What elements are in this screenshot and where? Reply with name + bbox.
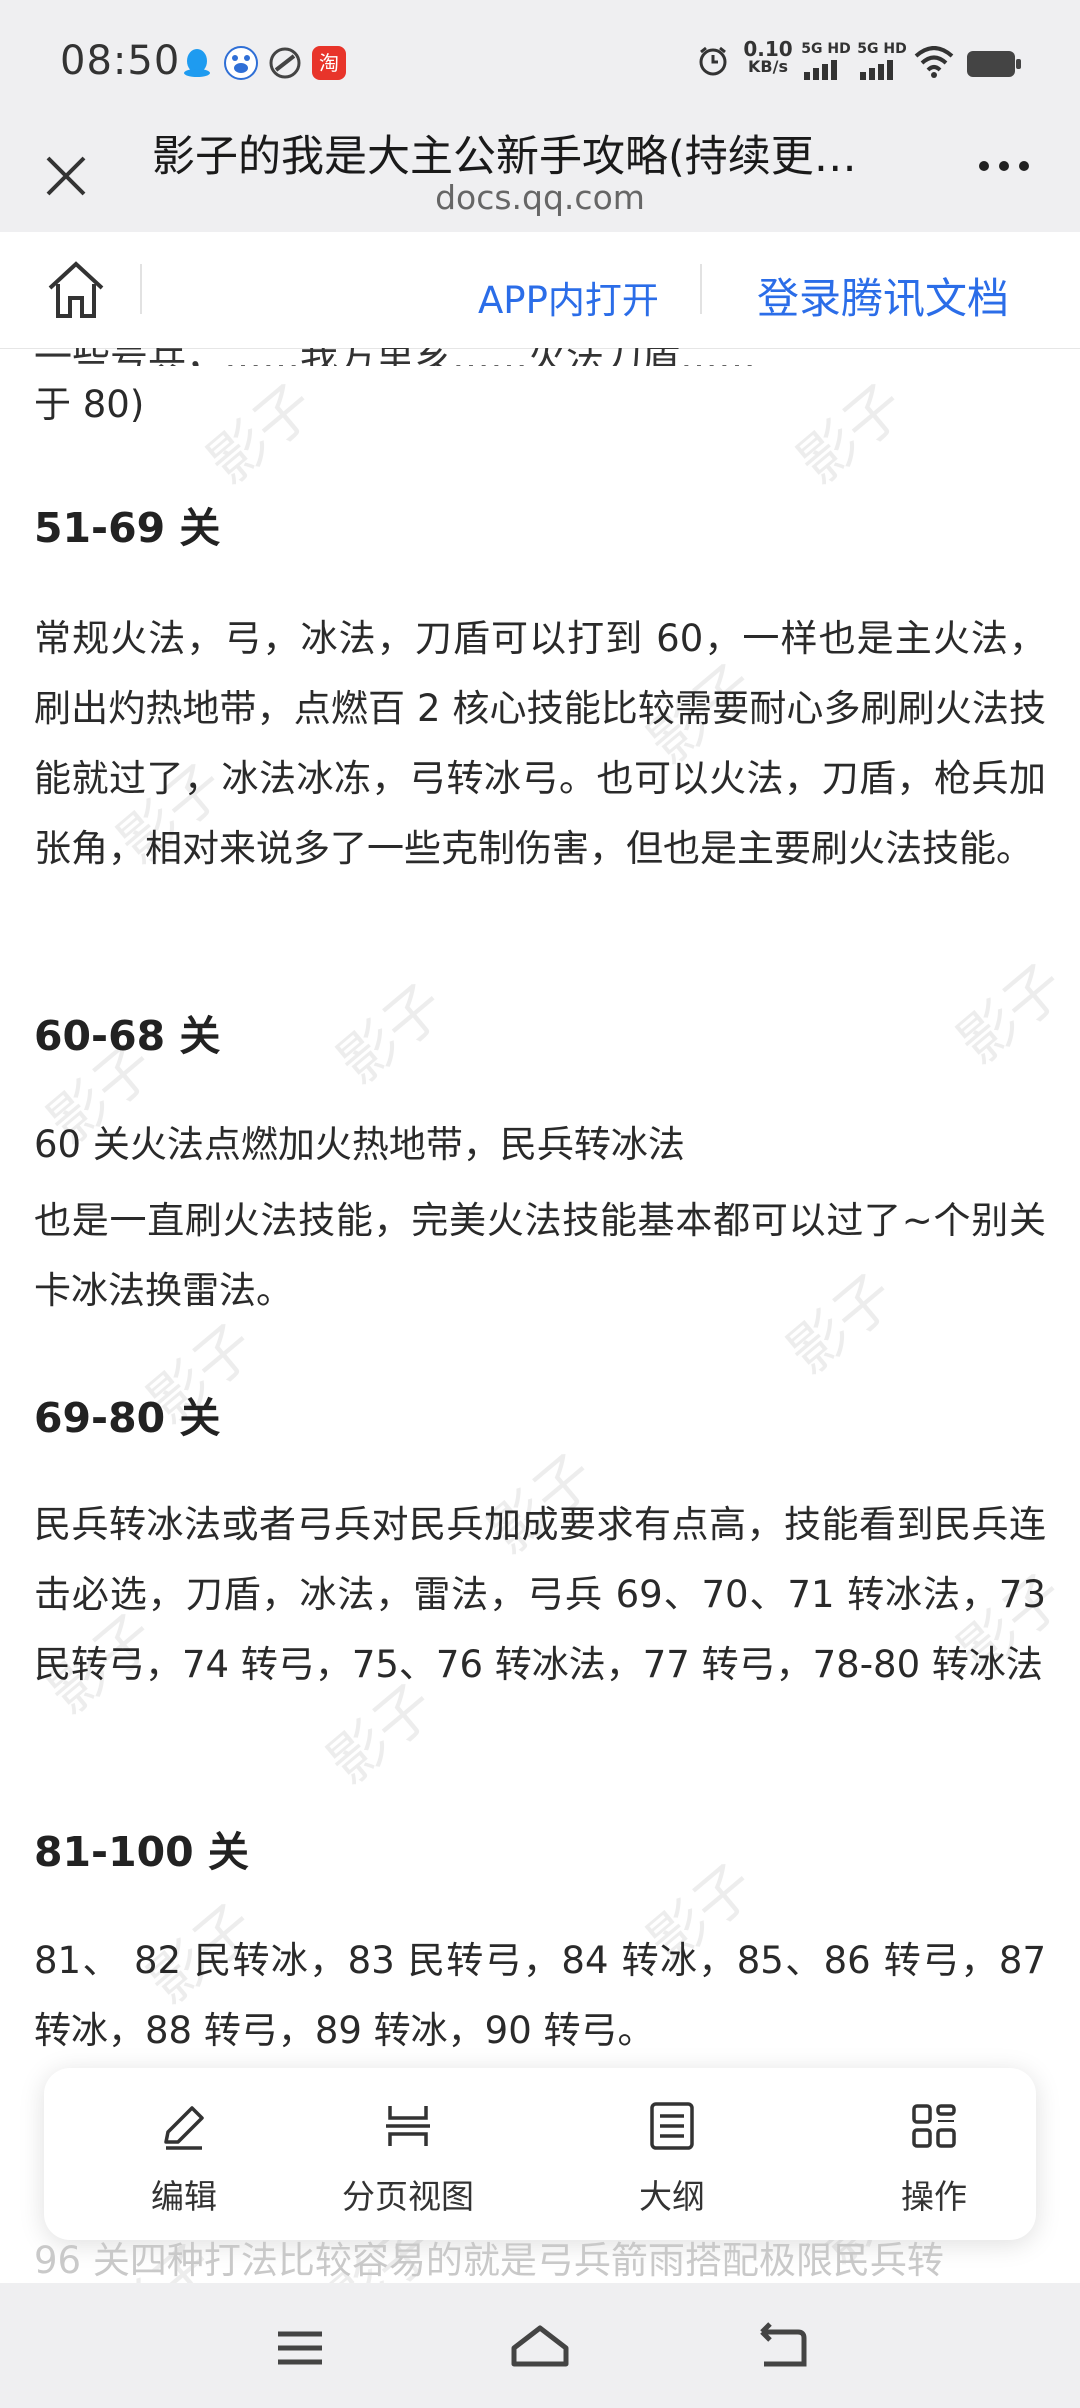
- section-heading: 69-80 关: [34, 1394, 221, 1442]
- section-heading: 51-69 关: [34, 504, 221, 552]
- menu-icon: [278, 2331, 322, 2365]
- back-nav-button[interactable]: [752, 2318, 812, 2378]
- peek-paragraph: 96 关四种打法比较容易的就是弓兵箭雨搭配极限民兵转: [34, 2239, 944, 2282]
- more-button[interactable]: [964, 146, 1044, 206]
- browser-icon: [268, 46, 302, 80]
- paragraph: 也是一直刷火法技能，完美火法技能基本都可以过了~个别关卡冰法换雷法。: [34, 1199, 1046, 1312]
- home-icon: [511, 2325, 569, 2367]
- document-content: 一些号兵，……我方里亥……火法刀盾…… 于 80) 51-69 关 常规火法，弓…: [34, 348, 1046, 2283]
- battery-icon: [966, 50, 1022, 82]
- signal-1: 5G HD: [800, 40, 852, 84]
- grid-icon: [912, 2104, 956, 2148]
- home-button[interactable]: [40, 254, 112, 326]
- net-speed: 0.10 KB/s: [743, 37, 793, 76]
- edit-label: 编辑: [151, 2177, 217, 2216]
- wifi-icon: [914, 46, 954, 82]
- paragraph: 60 关火法点燃加火热地带，民兵转冰法: [34, 1123, 685, 1166]
- status-bar: 08:50 淘 0.10 KB/s 5G HD 5G HD: [0, 0, 1080, 120]
- home-icon: [48, 261, 104, 318]
- paragraph: 于 80): [34, 383, 145, 426]
- outline-button[interactable]: 大纲: [572, 2098, 772, 2228]
- actions-label: 操作: [901, 2177, 967, 2216]
- status-time: 08:50: [60, 38, 181, 84]
- login-link[interactable]: 登录腾讯文档: [757, 265, 1009, 326]
- open-in-app-link[interactable]: APP内打开: [478, 270, 659, 324]
- toolbar-divider: [700, 264, 702, 314]
- edit-button[interactable]: 编辑: [84, 2098, 284, 2228]
- paragraph: 民兵转冰法或者弓兵对民兵加成要求有点高，技能看到民兵连击必选，刀盾，冰法，雷法，…: [34, 1503, 1046, 1686]
- doc-toolbar: APP内打开 登录腾讯文档: [0, 232, 1080, 349]
- toolbar-divider: [140, 264, 142, 314]
- alarm-icon: [696, 44, 730, 82]
- back-icon: [760, 2322, 807, 2367]
- outline-label: 大纲: [639, 2177, 705, 2216]
- actions-button[interactable]: 操作: [834, 2098, 1034, 2228]
- section-heading: 60-68 关: [34, 1012, 221, 1060]
- page-view-button[interactable]: 分页视图: [308, 2098, 508, 2228]
- qq-icon: [180, 46, 214, 80]
- paragraph: 81、 82 民转冰，83 民转弓，84 转冰，85、86 转弓，87 转冰，8…: [34, 1939, 1046, 2052]
- home-nav-button[interactable]: [508, 2318, 569, 2378]
- signal-2: 5G HD: [856, 40, 908, 84]
- menu-nav-button[interactable]: [270, 2318, 330, 2378]
- section-heading: 81-100 关: [34, 1828, 249, 1876]
- outline-icon: [650, 2102, 694, 2150]
- baidu-icon: [224, 46, 258, 80]
- page-view-label: 分页视图: [342, 2177, 474, 2216]
- page-title: 影子的我是大主公新手攻略(持续更…: [152, 132, 857, 182]
- page-domain: docs.qq.com: [435, 178, 645, 217]
- svg-text:淘: 淘: [319, 51, 339, 75]
- page-view-icon: [386, 2106, 430, 2146]
- paragraph: 常规火法，弓，冰法，刀盾可以打到 60，一样也是主火法，刷出灼热地带，点燃百 2…: [34, 617, 1046, 870]
- pencil-icon: [164, 2106, 204, 2150]
- system-nav-bar: [0, 2283, 1080, 2408]
- more-icon: [979, 161, 1029, 171]
- cut-off-line: 一些号兵，……我方里亥……火法刀盾……: [34, 348, 1046, 366]
- taobao-icon: 淘: [312, 46, 346, 80]
- floating-toolbar: 编辑 分页视图 大纲 操作: [44, 2068, 1036, 2240]
